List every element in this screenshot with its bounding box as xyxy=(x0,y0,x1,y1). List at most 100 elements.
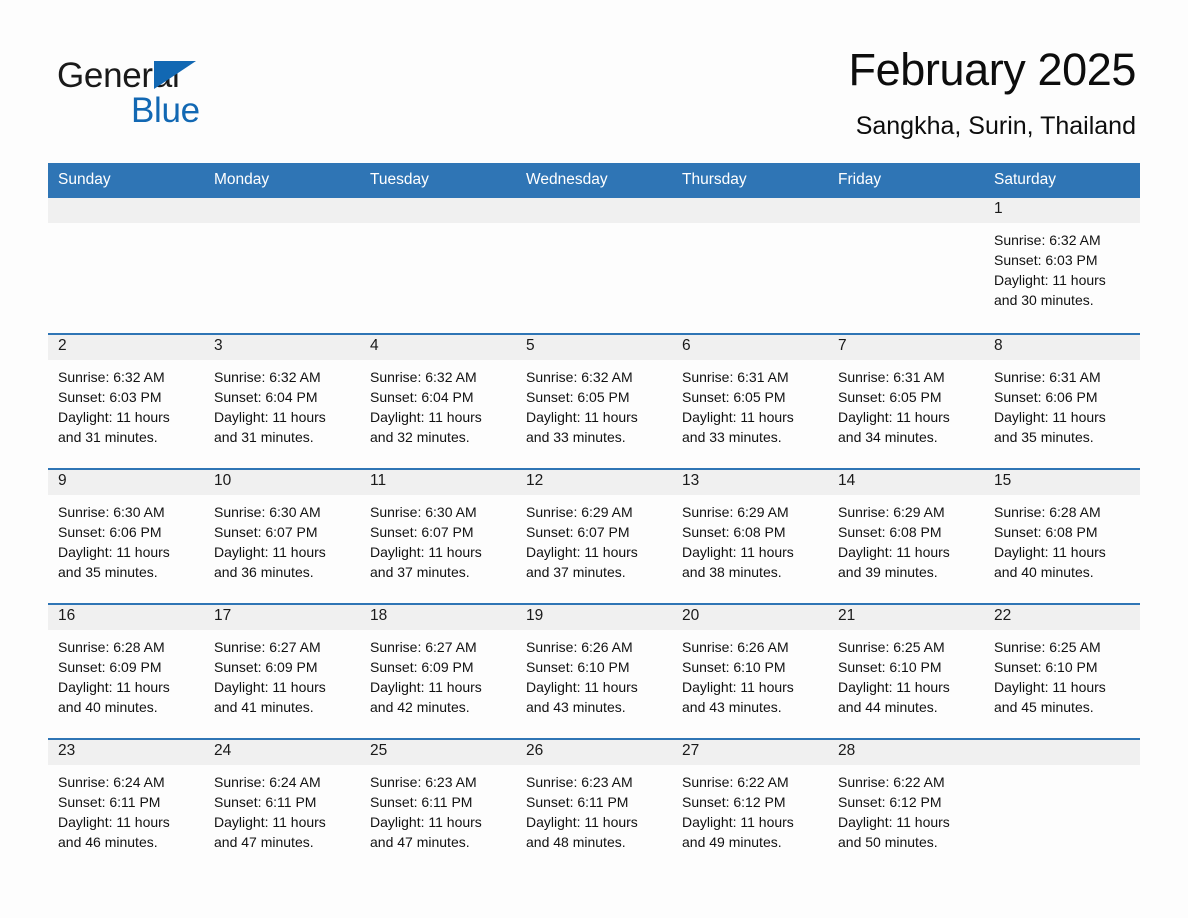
daylight-text-line1: Daylight: 11 hours xyxy=(994,678,1106,695)
calendar-day-cell[interactable]: 22 Sunrise: 6:25 AM Sunset: 6:10 PM Dayl… xyxy=(984,602,1140,739)
calendar-day-cell[interactable]: 20 Sunrise: 6:26 AM Sunset: 6:10 PM Dayl… xyxy=(672,602,828,739)
calendar-day-cell[interactable]: 1 Sunrise: 6:32 AM Sunset: 6:03 PM Dayli… xyxy=(984,197,1140,334)
sunset-text: Sunset: 6:03 PM xyxy=(58,388,162,405)
daylight-text-line2: and 31 minutes. xyxy=(58,428,158,445)
daylight-text-line1: Daylight: 11 hours xyxy=(370,408,482,425)
calendar-week-row: 9 Sunrise: 6:30 AM Sunset: 6:06 PM Dayli… xyxy=(48,467,1140,604)
calendar-day-cell[interactable] xyxy=(360,197,516,334)
daylight-text-line2: and 40 minutes. xyxy=(994,563,1094,580)
sunrise-text: Sunrise: 6:24 AM xyxy=(58,773,165,790)
calendar-day-cell[interactable]: 23 Sunrise: 6:24 AM Sunset: 6:11 PM Dayl… xyxy=(48,737,204,874)
calendar-day-cell[interactable]: 19 Sunrise: 6:26 AM Sunset: 6:10 PM Dayl… xyxy=(516,602,672,739)
calendar-day-cell[interactable]: 12 Sunrise: 6:29 AM Sunset: 6:07 PM Dayl… xyxy=(516,467,672,604)
calendar-day-cell[interactable]: 11 Sunrise: 6:30 AM Sunset: 6:07 PM Dayl… xyxy=(360,467,516,604)
calendar-day-cell[interactable]: 3 Sunrise: 6:32 AM Sunset: 6:04 PM Dayli… xyxy=(204,332,360,469)
daylight-text-line1: Daylight: 11 hours xyxy=(682,408,794,425)
day-details: Sunrise: 6:24 AM Sunset: 6:11 PM Dayligh… xyxy=(48,765,204,852)
daylight-text-line2: and 47 minutes. xyxy=(370,833,470,850)
calendar-day-cell[interactable] xyxy=(828,197,984,334)
day-details: Sunrise: 6:26 AM Sunset: 6:10 PM Dayligh… xyxy=(516,630,672,717)
day-number xyxy=(828,197,984,223)
sunset-text: Sunset: 6:11 PM xyxy=(58,793,161,810)
day-details: Sunrise: 6:29 AM Sunset: 6:08 PM Dayligh… xyxy=(828,495,984,582)
calendar-week-row: 1 Sunrise: 6:32 AM Sunset: 6:03 PM Dayli… xyxy=(48,197,1140,334)
calendar-day-cell[interactable]: 13 Sunrise: 6:29 AM Sunset: 6:08 PM Dayl… xyxy=(672,467,828,604)
calendar-day-cell[interactable]: 26 Sunrise: 6:23 AM Sunset: 6:11 PM Dayl… xyxy=(516,737,672,874)
calendar-day-cell[interactable] xyxy=(516,197,672,334)
day-number: 4 xyxy=(360,334,516,360)
daylight-text-line2: and 39 minutes. xyxy=(838,563,938,580)
day-details xyxy=(672,223,828,230)
sunrise-text: Sunrise: 6:25 AM xyxy=(838,638,945,655)
day-number xyxy=(672,197,828,223)
calendar-day-cell[interactable]: 24 Sunrise: 6:24 AM Sunset: 6:11 PM Dayl… xyxy=(204,737,360,874)
sunrise-text: Sunrise: 6:32 AM xyxy=(58,368,165,385)
daylight-text-line1: Daylight: 11 hours xyxy=(994,271,1106,288)
day-number: 13 xyxy=(672,469,828,495)
sunrise-text: Sunrise: 6:22 AM xyxy=(838,773,945,790)
day-number: 25 xyxy=(360,739,516,765)
day-details: Sunrise: 6:32 AM Sunset: 6:05 PM Dayligh… xyxy=(516,360,672,447)
day-details xyxy=(516,223,672,230)
daylight-text-line1: Daylight: 11 hours xyxy=(370,543,482,560)
calendar-day-cell[interactable]: 18 Sunrise: 6:27 AM Sunset: 6:09 PM Dayl… xyxy=(360,602,516,739)
day-number: 2 xyxy=(48,334,204,360)
daylight-text-line1: Daylight: 11 hours xyxy=(370,678,482,695)
calendar-day-cell[interactable]: 7 Sunrise: 6:31 AM Sunset: 6:05 PM Dayli… xyxy=(828,332,984,469)
calendar-day-cell[interactable]: 27 Sunrise: 6:22 AM Sunset: 6:12 PM Dayl… xyxy=(672,737,828,874)
sunrise-text: Sunrise: 6:29 AM xyxy=(526,503,633,520)
weekday-header-wednesday: Wednesday xyxy=(516,162,672,198)
day-number: 12 xyxy=(516,469,672,495)
calendar-day-cell[interactable]: 6 Sunrise: 6:31 AM Sunset: 6:05 PM Dayli… xyxy=(672,332,828,469)
day-number: 22 xyxy=(984,604,1140,630)
calendar-day-cell[interactable]: 17 Sunrise: 6:27 AM Sunset: 6:09 PM Dayl… xyxy=(204,602,360,739)
calendar-day-cell[interactable] xyxy=(672,197,828,334)
brand-logo[interactable]: General Blue xyxy=(57,46,317,130)
sunrise-text: Sunrise: 6:31 AM xyxy=(838,368,945,385)
sunrise-text: Sunrise: 6:32 AM xyxy=(526,368,633,385)
sunrise-text: Sunrise: 6:28 AM xyxy=(994,503,1101,520)
calendar-day-cell[interactable]: 4 Sunrise: 6:32 AM Sunset: 6:04 PM Dayli… xyxy=(360,332,516,469)
calendar-day-cell[interactable]: 2 Sunrise: 6:32 AM Sunset: 6:03 PM Dayli… xyxy=(48,332,204,469)
weekday-header-tuesday: Tuesday xyxy=(360,162,516,198)
daylight-text-line2: and 34 minutes. xyxy=(838,428,938,445)
calendar-day-cell[interactable]: 9 Sunrise: 6:30 AM Sunset: 6:06 PM Dayli… xyxy=(48,467,204,604)
day-details xyxy=(360,223,516,230)
sunrise-text: Sunrise: 6:30 AM xyxy=(58,503,165,520)
calendar-day-cell[interactable] xyxy=(204,197,360,334)
calendar-day-cell[interactable]: 10 Sunrise: 6:30 AM Sunset: 6:07 PM Dayl… xyxy=(204,467,360,604)
daylight-text-line2: and 42 minutes. xyxy=(370,698,470,715)
calendar-day-cell[interactable]: 21 Sunrise: 6:25 AM Sunset: 6:10 PM Dayl… xyxy=(828,602,984,739)
daylight-text-line1: Daylight: 11 hours xyxy=(526,408,638,425)
sunset-text: Sunset: 6:10 PM xyxy=(682,658,786,675)
daylight-text-line2: and 36 minutes. xyxy=(214,563,314,580)
day-details: Sunrise: 6:31 AM Sunset: 6:06 PM Dayligh… xyxy=(984,360,1140,447)
daylight-text-line2: and 37 minutes. xyxy=(526,563,626,580)
calendar-day-cell[interactable]: 14 Sunrise: 6:29 AM Sunset: 6:08 PM Dayl… xyxy=(828,467,984,604)
sunrise-text: Sunrise: 6:30 AM xyxy=(214,503,321,520)
calendar-day-cell[interactable]: 16 Sunrise: 6:28 AM Sunset: 6:09 PM Dayl… xyxy=(48,602,204,739)
calendar-day-cell[interactable]: 25 Sunrise: 6:23 AM Sunset: 6:11 PM Dayl… xyxy=(360,737,516,874)
blue-triangle-icon xyxy=(154,61,196,89)
day-details: Sunrise: 6:32 AM Sunset: 6:04 PM Dayligh… xyxy=(204,360,360,447)
sunrise-text: Sunrise: 6:25 AM xyxy=(994,638,1101,655)
day-details: Sunrise: 6:29 AM Sunset: 6:08 PM Dayligh… xyxy=(672,495,828,582)
day-number: 8 xyxy=(984,334,1140,360)
brand-name-blue: Blue xyxy=(131,91,200,130)
daylight-text-line2: and 40 minutes. xyxy=(58,698,158,715)
daylight-text-line1: Daylight: 11 hours xyxy=(838,543,950,560)
sunset-text: Sunset: 6:04 PM xyxy=(370,388,474,405)
day-details xyxy=(204,223,360,230)
calendar-day-cell[interactable] xyxy=(984,737,1140,874)
calendar-day-cell[interactable]: 15 Sunrise: 6:28 AM Sunset: 6:08 PM Dayl… xyxy=(984,467,1140,604)
weekday-header-saturday: Saturday xyxy=(984,162,1140,198)
calendar-week-row: 2 Sunrise: 6:32 AM Sunset: 6:03 PM Dayli… xyxy=(48,332,1140,469)
daylight-text-line1: Daylight: 11 hours xyxy=(994,543,1106,560)
daylight-text-line2: and 43 minutes. xyxy=(526,698,626,715)
calendar-day-cell[interactable]: 8 Sunrise: 6:31 AM Sunset: 6:06 PM Dayli… xyxy=(984,332,1140,469)
calendar-day-cell[interactable] xyxy=(48,197,204,334)
day-details: Sunrise: 6:24 AM Sunset: 6:11 PM Dayligh… xyxy=(204,765,360,852)
day-details: Sunrise: 6:25 AM Sunset: 6:10 PM Dayligh… xyxy=(828,630,984,717)
calendar-day-cell[interactable]: 28 Sunrise: 6:22 AM Sunset: 6:12 PM Dayl… xyxy=(828,737,984,874)
calendar-day-cell[interactable]: 5 Sunrise: 6:32 AM Sunset: 6:05 PM Dayli… xyxy=(516,332,672,469)
